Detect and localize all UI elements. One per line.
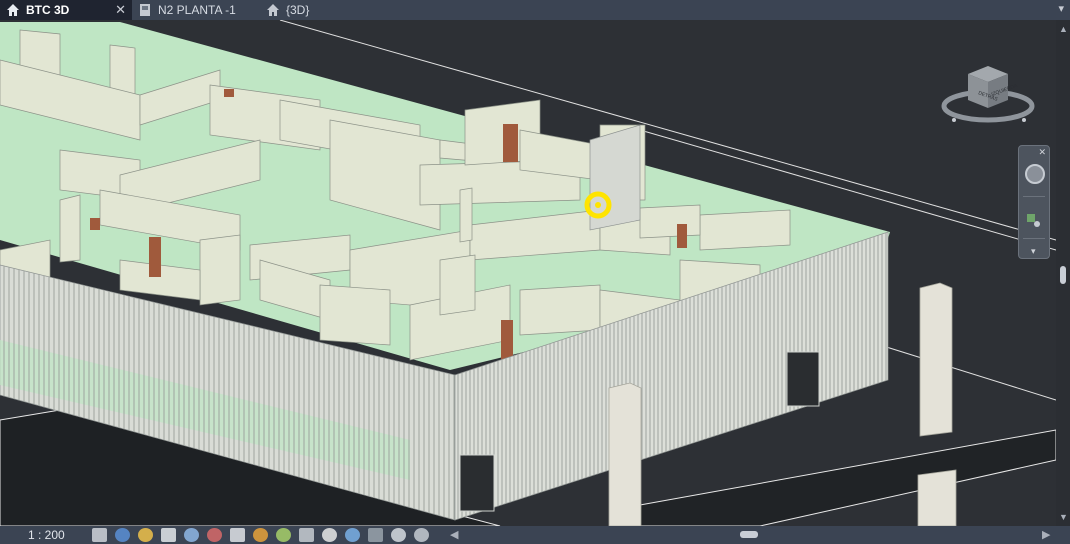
show-crop-icon[interactable] bbox=[230, 528, 245, 542]
section-line bbox=[879, 344, 1056, 401]
visual-style-icon[interactable] bbox=[115, 528, 130, 542]
reveal-hidden-icon[interactable] bbox=[299, 528, 314, 542]
highlight-displacement-icon[interactable] bbox=[345, 528, 360, 542]
section-box-icon[interactable] bbox=[414, 528, 429, 542]
reveal-constraints-icon[interactable] bbox=[391, 528, 406, 542]
home-icon bbox=[267, 4, 279, 16]
view-tab-bar: BTC 3D ✕ N2 PLANTA -1 {3D} ▾ bbox=[0, 0, 1070, 20]
tab-label: {3D} bbox=[286, 3, 310, 17]
exterior-door bbox=[786, 351, 820, 407]
viewcube[interactable]: DETRÁS IZQUIERDA bbox=[940, 62, 1036, 128]
zoom-region-icon[interactable] bbox=[1027, 212, 1041, 228]
worksharing-icon[interactable] bbox=[322, 528, 337, 542]
tab-n2-planta[interactable]: N2 PLANTA -1 bbox=[132, 0, 260, 20]
tab-3d[interactable]: {3D} bbox=[260, 0, 340, 20]
view-control-icons bbox=[92, 528, 429, 542]
shadows-icon[interactable] bbox=[161, 528, 176, 542]
detail-level-icon[interactable] bbox=[92, 528, 107, 542]
render-icon[interactable] bbox=[184, 528, 199, 542]
horizontal-scrollbar[interactable]: ◀ ▶ bbox=[448, 526, 1056, 544]
scroll-left-icon[interactable]: ◀ bbox=[450, 528, 458, 541]
floor-plan-icon bbox=[140, 4, 150, 16]
close-icon[interactable]: ✕ bbox=[115, 2, 126, 18]
close-icon[interactable]: ✕ bbox=[1038, 147, 1046, 158]
tab-label: BTC 3D bbox=[26, 3, 70, 17]
unlock-3d-icon[interactable] bbox=[253, 528, 268, 542]
view-scale[interactable]: 1 : 200 bbox=[0, 528, 88, 542]
sun-path-icon[interactable] bbox=[138, 528, 153, 542]
vertical-scrollbar[interactable]: ▲ ▼ bbox=[1056, 20, 1070, 526]
tab-btc-3d[interactable]: BTC 3D ✕ bbox=[0, 0, 132, 20]
navigation-bar: ✕ ▾ bbox=[1018, 145, 1050, 259]
scroll-thumb[interactable] bbox=[1060, 266, 1066, 284]
chevron-down-icon[interactable]: ▾ bbox=[1031, 246, 1036, 257]
exterior-door bbox=[459, 454, 495, 512]
analytical-model-icon[interactable] bbox=[368, 528, 383, 542]
scroll-thumb[interactable] bbox=[740, 531, 758, 538]
building-model bbox=[0, 20, 1056, 526]
3d-viewport[interactable] bbox=[0, 20, 1056, 526]
home-icon bbox=[7, 4, 19, 16]
tab-label: N2 PLANTA -1 bbox=[158, 3, 236, 17]
ground-slab bbox=[639, 429, 1056, 526]
scroll-down-icon[interactable]: ▼ bbox=[1059, 512, 1068, 522]
tab-dropdown-icon[interactable]: ▾ bbox=[1058, 2, 1064, 15]
scroll-up-icon[interactable]: ▲ bbox=[1059, 24, 1068, 34]
scroll-right-icon[interactable]: ▶ bbox=[1042, 528, 1050, 541]
crop-view-icon[interactable] bbox=[207, 528, 222, 542]
steering-wheel-icon[interactable] bbox=[1025, 164, 1045, 184]
temporary-hide-icon[interactable] bbox=[276, 528, 291, 542]
